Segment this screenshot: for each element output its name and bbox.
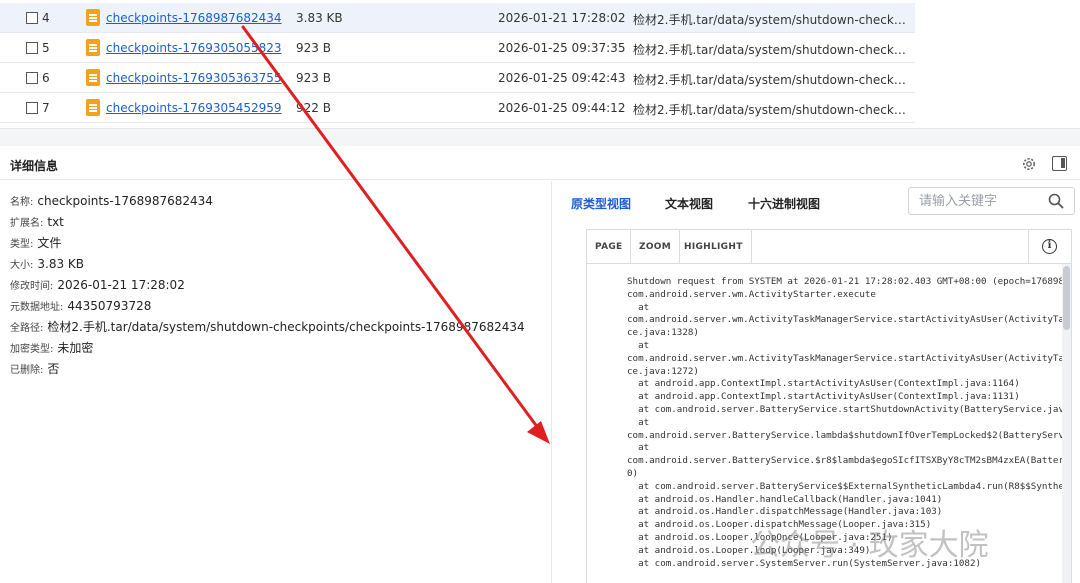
watermark: 公众号 · 玫家大院 xyxy=(750,528,989,563)
annotation-arrow xyxy=(241,25,550,444)
